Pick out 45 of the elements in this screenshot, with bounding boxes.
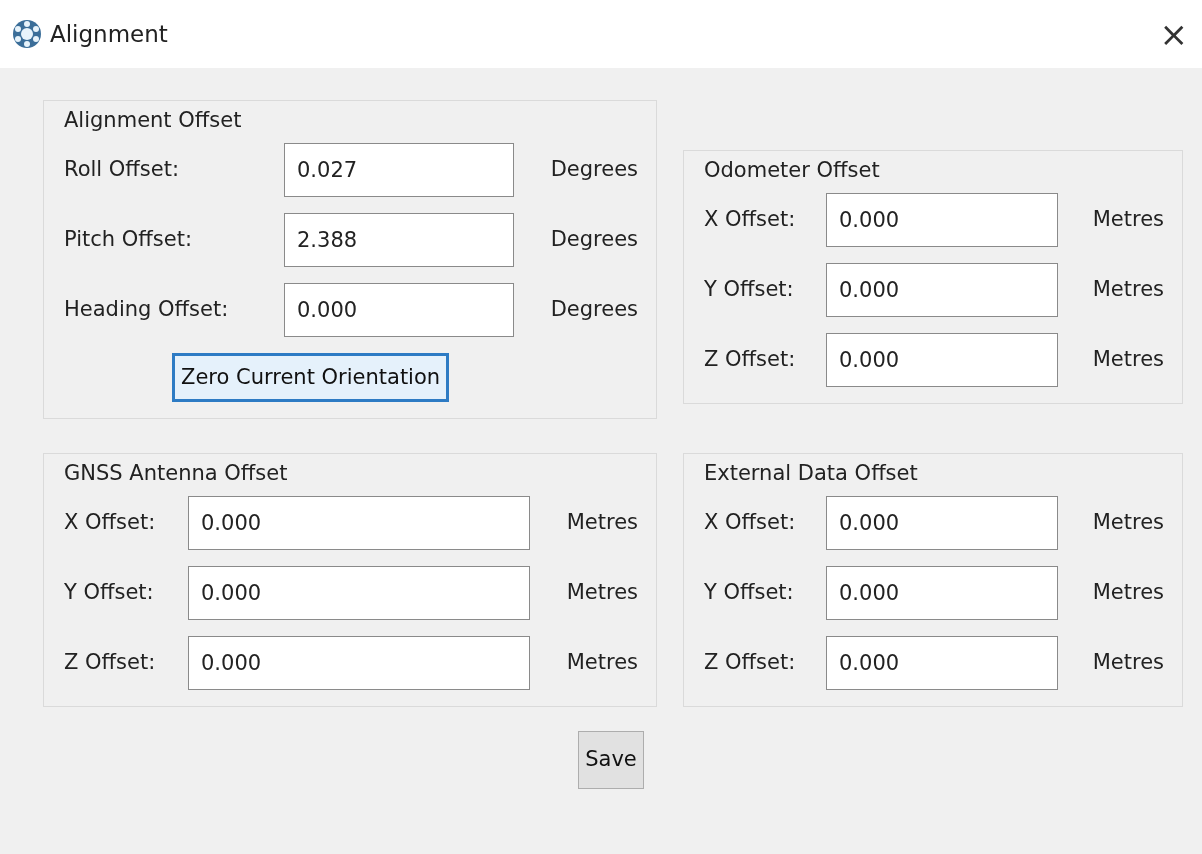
field-label: Y Offset: <box>704 275 795 303</box>
save-button[interactable]: Save <box>578 730 644 789</box>
input-field[interactable]: 2.388 <box>284 212 514 267</box>
field-label: Pitch Offset: <box>64 225 193 253</box>
input-field[interactable]: 0.000 <box>826 262 1058 317</box>
unit-label: Metres <box>566 508 638 536</box>
group-title: GNSS Antenna Offset <box>64 460 288 487</box>
group-title: Alignment Offset <box>64 107 242 134</box>
field-label: Roll Offset: <box>64 155 180 183</box>
unit-label: Metres <box>1092 345 1164 373</box>
field-label: Z Offset: <box>704 345 797 373</box>
unit-label: Metres <box>1092 275 1164 303</box>
unit-label: Degrees <box>550 155 638 183</box>
close-button[interactable]: × <box>1155 17 1192 51</box>
input-field[interactable]: 0.000 <box>188 495 530 550</box>
input-field[interactable]: 0.027 <box>284 142 514 197</box>
input-field[interactable]: 0.000 <box>826 635 1058 690</box>
input-field[interactable]: 0.000 <box>826 495 1058 550</box>
group-title: Odometer Offset <box>704 157 880 184</box>
app-icon <box>12 19 42 49</box>
unit-label: Metres <box>1092 578 1164 606</box>
unit-label: Metres <box>1092 648 1164 676</box>
input-field[interactable]: 0.000 <box>284 282 514 337</box>
unit-label: Degrees <box>550 225 638 253</box>
input-field[interactable]: 0.000 <box>826 332 1058 387</box>
input-field[interactable]: 0.000 <box>188 565 530 620</box>
unit-label: Degrees <box>550 295 638 323</box>
zero-orientation-button[interactable]: Zero Current Orientation <box>172 352 450 402</box>
window-title: Alignment <box>50 19 168 49</box>
field-label: Y Offset: <box>64 578 155 606</box>
input-field[interactable]: 0.000 <box>826 565 1058 620</box>
group-title: External Data Offset <box>704 460 918 487</box>
unit-label: Metres <box>566 648 638 676</box>
field-label: Heading Offset: <box>64 295 230 323</box>
unit-label: Metres <box>566 578 638 606</box>
unit-label: Metres <box>1092 508 1164 536</box>
field-label: Y Offset: <box>704 578 795 606</box>
field-label: X Offset: <box>704 205 797 233</box>
field-label: Z Offset: <box>704 648 797 676</box>
input-field[interactable]: 0.000 <box>188 635 530 690</box>
field-label: X Offset: <box>64 508 157 536</box>
input-field[interactable]: 0.000 <box>826 192 1058 247</box>
field-label: X Offset: <box>704 508 797 536</box>
field-label: Z Offset: <box>64 648 157 676</box>
unit-label: Metres <box>1092 205 1164 233</box>
